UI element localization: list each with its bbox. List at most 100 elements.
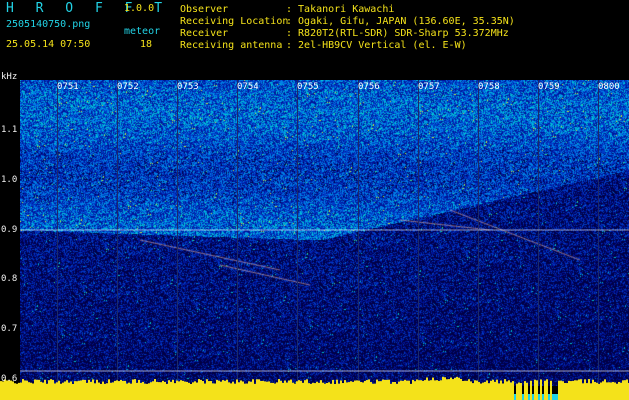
level-bar-segment bbox=[108, 379, 110, 400]
level-bar-segment bbox=[260, 380, 262, 400]
spectrogram bbox=[20, 80, 629, 386]
level-bar-segment bbox=[308, 383, 310, 400]
level-bar-segment bbox=[224, 380, 226, 400]
level-bar-segment bbox=[582, 383, 584, 400]
level-bar-segment bbox=[536, 380, 538, 400]
level-bar-segment bbox=[554, 394, 556, 400]
time-tick-label: 0758 bbox=[478, 82, 500, 92]
time-tick-label: 0752 bbox=[117, 82, 139, 92]
level-bar-segment bbox=[320, 380, 322, 400]
time-tick-label: 0754 bbox=[237, 82, 259, 92]
level-bar-segment bbox=[112, 382, 114, 400]
level-bar-segment bbox=[344, 380, 346, 400]
level-bar-segment bbox=[188, 382, 190, 400]
frequency-tick-label: 0.8 bbox=[1, 274, 18, 284]
level-bar-segment bbox=[544, 380, 546, 400]
level-bar-segment bbox=[382, 379, 384, 400]
level-bar-segment bbox=[606, 382, 608, 400]
level-bar-segment bbox=[28, 382, 30, 400]
level-bar-segment bbox=[212, 383, 214, 400]
frequency-tick-label: 0.6 bbox=[1, 374, 18, 384]
level-bar-segment bbox=[486, 380, 488, 400]
level-bar-segment bbox=[2, 381, 4, 400]
level-bar-segment bbox=[88, 379, 90, 400]
level-bar-segment bbox=[142, 381, 144, 400]
level-bar-segment bbox=[440, 380, 442, 400]
level-bar-segment bbox=[504, 379, 506, 400]
level-bar-segment bbox=[496, 379, 498, 400]
level-bar-segment bbox=[40, 381, 42, 400]
level-bar-segment bbox=[602, 381, 604, 400]
level-bar-segment bbox=[18, 382, 20, 400]
info-value-antenna: : 2el-HB9CV Vertical (el. E-W) bbox=[286, 40, 467, 51]
level-bar-segment bbox=[540, 379, 542, 400]
level-bar-segment bbox=[304, 380, 306, 400]
level-bar-segment bbox=[400, 380, 402, 400]
level-bar-segment bbox=[138, 379, 140, 400]
level-bar-segment bbox=[556, 394, 558, 400]
level-bar-segment bbox=[272, 382, 274, 400]
level-bar-segment bbox=[192, 382, 194, 400]
level-bar-segment bbox=[516, 383, 518, 400]
level-bar-segment bbox=[274, 383, 276, 400]
info-value-location: : Ogaki, Gifu, JAPAN (136.60E, 35.35N) bbox=[286, 16, 515, 27]
level-bar-segment bbox=[198, 379, 200, 400]
level-bar-segment bbox=[92, 379, 94, 400]
level-bar-segment bbox=[50, 379, 52, 400]
level-bar-segment bbox=[262, 380, 264, 400]
level-bar-segment bbox=[510, 382, 512, 400]
level-bar-segment bbox=[316, 381, 318, 400]
level-bar-segment bbox=[456, 376, 458, 400]
level-bar-segment bbox=[490, 380, 492, 400]
info-value-observer: : Takanori Kawachi bbox=[286, 4, 395, 15]
level-bar-segment bbox=[36, 379, 38, 400]
level-bar-segment bbox=[566, 383, 568, 400]
level-bar-segment bbox=[306, 379, 308, 400]
level-bar-segment bbox=[194, 381, 196, 400]
level-bar-segment bbox=[220, 381, 222, 400]
level-bar-segment bbox=[276, 382, 278, 400]
level-bar-segment bbox=[340, 380, 342, 400]
level-bar-segment bbox=[364, 380, 366, 400]
meteor-label: meteor bbox=[124, 26, 161, 37]
level-bar-segment bbox=[122, 380, 124, 400]
level-bar-segment bbox=[64, 381, 66, 400]
level-bar-segment bbox=[190, 383, 192, 400]
level-bar-segment bbox=[480, 383, 482, 400]
level-bar-segment bbox=[450, 377, 452, 400]
level-bar-segment bbox=[20, 382, 22, 400]
level-bar-segment bbox=[428, 380, 430, 400]
level-bar-segment bbox=[378, 381, 380, 400]
level-bar-segment bbox=[314, 383, 316, 400]
level-bar-segment bbox=[82, 379, 84, 400]
info-value-receiver: : R820T2(RTL-SDR) SDR-Sharp 53.372MHz bbox=[286, 28, 509, 39]
level-bar-segment bbox=[22, 379, 24, 400]
level-bar-segment bbox=[84, 379, 86, 400]
level-bar-segment bbox=[210, 381, 212, 400]
level-bar-segment bbox=[626, 379, 628, 400]
level-bar-segment bbox=[150, 382, 152, 400]
level-bar-segment bbox=[332, 379, 334, 400]
level-bar-segment bbox=[398, 381, 400, 400]
timestamp: 25.05.14 07:50 bbox=[6, 39, 91, 50]
level-bar-segment bbox=[474, 380, 476, 400]
level-bar-segment bbox=[476, 380, 478, 400]
level-bar-segment bbox=[484, 381, 486, 400]
level-bar-segment bbox=[466, 380, 468, 400]
level-bar-segment bbox=[180, 380, 182, 400]
level-bar-segment bbox=[492, 379, 494, 400]
signal-level-bar bbox=[0, 376, 629, 400]
level-bar-segment bbox=[146, 383, 148, 400]
level-bar-segment bbox=[412, 379, 414, 400]
level-bar-segment bbox=[134, 379, 136, 400]
level-bar-segment bbox=[518, 382, 520, 400]
level-bar-segment bbox=[452, 379, 454, 400]
level-bar-segment bbox=[608, 382, 610, 400]
level-bar-segment bbox=[250, 381, 252, 400]
level-bar-segment bbox=[414, 381, 416, 400]
level-bar-segment bbox=[164, 381, 166, 400]
level-bar-segment bbox=[570, 381, 572, 400]
level-bar-segment bbox=[460, 378, 462, 400]
level-bar-segment bbox=[446, 379, 448, 400]
level-bar-segment bbox=[204, 383, 206, 400]
